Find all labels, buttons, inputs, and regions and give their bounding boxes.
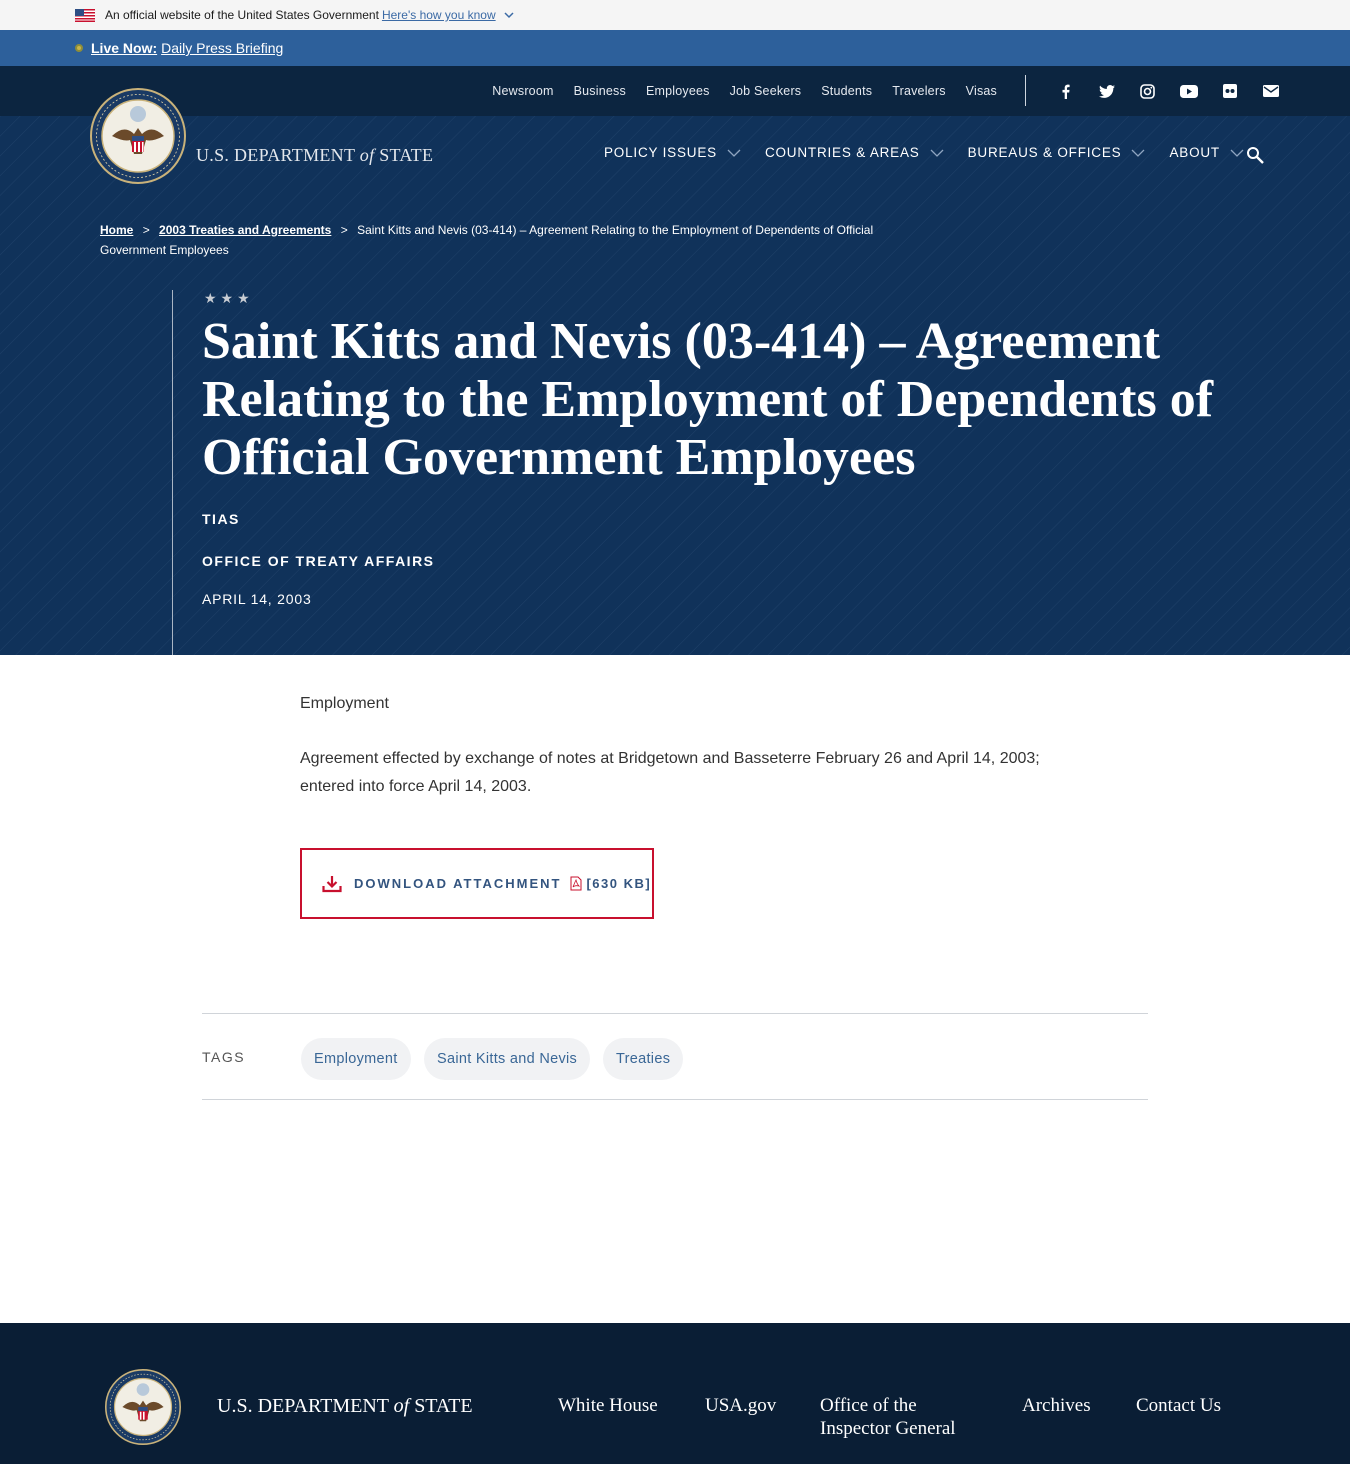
breadcrumb-separator: > — [142, 223, 150, 237]
tag-saint-kitts-and-nevis[interactable]: Saint Kitts and Nevis — [424, 1038, 591, 1080]
nav-bureaus-offices-label: BUREAUS & OFFICES — [967, 145, 1122, 160]
utility-link-newsroom[interactable]: Newsroom — [492, 84, 553, 98]
office-label: OFFICE OF TREATY AFFAIRS — [202, 553, 435, 569]
utility-link-visas[interactable]: Visas — [966, 84, 997, 98]
utility-link-employees[interactable]: Employees — [646, 84, 710, 98]
gov-banner-text: An official website of the United States… — [105, 8, 379, 22]
nav-countries-areas-label: COUNTRIES & AREAS — [764, 145, 920, 160]
pdf-file-icon — [570, 876, 582, 891]
download-size: [630 KB] — [586, 876, 652, 891]
live-indicator-icon — [75, 44, 83, 52]
tags-label: TAGS — [202, 1049, 246, 1065]
download-attachment-button[interactable]: DOWNLOAD ATTACHMENT [630 KB] — [300, 848, 654, 919]
facebook-icon[interactable] — [1045, 79, 1086, 103]
tag-employment[interactable]: Employment — [301, 1038, 411, 1080]
content-paragraph: Agreement effected by exchange of notes … — [300, 750, 1040, 795]
live-now-label[interactable]: Live Now: — [91, 40, 157, 56]
footer-link-archives[interactable]: Archives — [1022, 1394, 1091, 1417]
nav-countries-areas[interactable]: COUNTRIES & AREAS — [765, 145, 944, 160]
content-lead: Employment — [300, 695, 389, 712]
breadcrumb-separator: > — [340, 223, 348, 237]
nav-about-label: ABOUT — [1169, 145, 1220, 160]
nav-policy-issues[interactable]: POLICY ISSUES — [604, 145, 741, 160]
publish-date: APRIL 14, 2003 — [202, 591, 312, 607]
utility-link-travelers[interactable]: Travelers — [892, 84, 945, 98]
utility-link-business[interactable]: Business — [574, 84, 626, 98]
nav-about[interactable]: ABOUT — [1169, 145, 1244, 160]
flickr-icon[interactable] — [1209, 79, 1250, 103]
email-icon[interactable] — [1250, 79, 1291, 103]
footer-link-inspector-general[interactable]: Office of the Inspector General — [820, 1394, 970, 1440]
page-title: Saint Kitts and Nevis (03-414) – Agreeme… — [202, 313, 1214, 486]
breadcrumb: Home > 2003 Treaties and Agreements > Sa… — [100, 220, 930, 260]
utility-link-job-seekers[interactable]: Job Seekers — [730, 84, 802, 98]
instagram-icon[interactable] — [1127, 79, 1168, 103]
utility-nav: Newsroom Business Employees Job Seekers … — [0, 66, 1350, 116]
footer-seal-logo[interactable] — [105, 1369, 181, 1445]
download-label: DOWNLOAD ATTACHMENT — [354, 876, 562, 891]
main-nav: POLICY ISSUES COUNTRIES & AREAS BUREAUS … — [604, 145, 1268, 160]
live-briefing-link[interactable]: Daily Press Briefing — [161, 40, 283, 56]
breadcrumb-home[interactable]: Home — [100, 223, 133, 237]
hero-vertical-rule — [172, 290, 173, 655]
series-label: TIAS — [202, 511, 240, 527]
social-links — [1045, 79, 1291, 103]
search-icon[interactable] — [1246, 146, 1265, 165]
youtube-icon[interactable] — [1168, 79, 1209, 103]
utility-divider — [1025, 75, 1026, 106]
gov-banner: An official website of the United States… — [0, 0, 1350, 30]
chevron-down-icon[interactable] — [504, 10, 514, 20]
nav-policy-issues-label: POLICY ISSUES — [604, 145, 717, 160]
chevron-down-icon — [727, 149, 741, 157]
footer-wordmark[interactable]: U.S. DEPARTMENT of STATE — [217, 1395, 473, 1418]
department-seal-logo[interactable] — [90, 88, 186, 184]
footer-link-white-house[interactable]: White House — [558, 1394, 658, 1417]
nav-bureaus-offices[interactable]: BUREAUS & OFFICES — [968, 145, 1146, 160]
how-you-know-link[interactable]: Here's how you know — [382, 8, 496, 22]
breadcrumb-parent[interactable]: 2003 Treaties and Agreements — [159, 223, 331, 237]
footer-link-contact-us[interactable]: Contact Us — [1136, 1394, 1221, 1417]
footer-link-usa-gov[interactable]: USA.gov — [705, 1394, 776, 1417]
twitter-icon[interactable] — [1086, 79, 1127, 103]
utility-links: Newsroom Business Employees Job Seekers … — [472, 66, 997, 116]
chevron-down-icon — [930, 149, 944, 157]
download-icon — [322, 875, 342, 892]
live-now-bar: Live Now: Daily Press Briefing — [0, 30, 1350, 66]
footer: U.S. DEPARTMENT of STATE White House USA… — [0, 1323, 1350, 1464]
tags-section: TAGS Employment Saint Kitts and Nevis Tr… — [202, 1013, 1148, 1100]
department-wordmark[interactable]: U.S. DEPARTMENT of STATE — [196, 145, 433, 166]
tag-treaties[interactable]: Treaties — [603, 1038, 684, 1080]
utility-link-students[interactable]: Students — [821, 84, 872, 98]
chevron-down-icon — [1132, 149, 1145, 157]
chevron-down-icon — [1230, 149, 1244, 157]
us-flag-icon — [75, 8, 95, 22]
stars-ornament: ★★★ — [204, 290, 254, 306]
